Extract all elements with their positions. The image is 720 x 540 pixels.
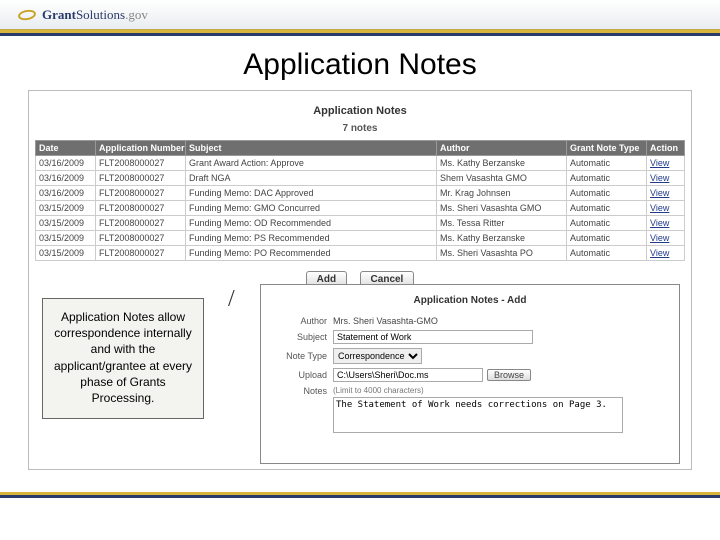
cell-appnum: FLT2008000027 bbox=[96, 246, 186, 261]
cell-author: Ms. Kathy Berzanske bbox=[437, 156, 567, 171]
note-type-select[interactable]: Correspondence bbox=[333, 348, 422, 364]
decorative-slash: / bbox=[228, 286, 235, 313]
panel-title: Application Notes bbox=[35, 95, 685, 123]
notes-hint: (Limit to 4000 characters) bbox=[333, 386, 623, 397]
cell-appnum: FLT2008000027 bbox=[96, 186, 186, 201]
cell-date: 03/16/2009 bbox=[36, 156, 96, 171]
cell-type: Automatic bbox=[567, 216, 647, 231]
cell-author: Shem Vasashta GMO bbox=[437, 171, 567, 186]
cell-subject: Funding Memo: GMO Concurred bbox=[186, 201, 437, 216]
cell-type: Automatic bbox=[567, 246, 647, 261]
col-author: Author bbox=[437, 141, 567, 156]
cell-appnum: FLT2008000027 bbox=[96, 156, 186, 171]
cell-date: 03/15/2009 bbox=[36, 201, 96, 216]
table-row: 03/15/2009FLT2008000027Funding Memo: GMO… bbox=[36, 201, 685, 216]
add-note-popup: Application Notes - Add Author Mrs. Sher… bbox=[260, 284, 680, 464]
explanatory-callout: Application Notes allow correspondence i… bbox=[42, 298, 204, 419]
notes-textarea[interactable] bbox=[333, 397, 623, 433]
cell-subject: Funding Memo: DAC Approved bbox=[186, 186, 437, 201]
cell-date: 03/15/2009 bbox=[36, 246, 96, 261]
cell-date: 03/15/2009 bbox=[36, 231, 96, 246]
col-appnum: Application Number bbox=[96, 141, 186, 156]
note-count: 7 notes bbox=[35, 123, 685, 140]
cell-action: View bbox=[647, 201, 685, 216]
cell-author: Ms. Sheri Vasashta GMO bbox=[437, 201, 567, 216]
cell-date: 03/16/2009 bbox=[36, 171, 96, 186]
cell-action: View bbox=[647, 216, 685, 231]
table-header-row: Date Application Number Subject Author G… bbox=[36, 141, 685, 156]
cell-appnum: FLT2008000027 bbox=[96, 171, 186, 186]
cell-author: Ms. Kathy Berzanske bbox=[437, 231, 567, 246]
cell-subject: Funding Memo: PS Recommended bbox=[186, 231, 437, 246]
table-row: 03/15/2009FLT2008000027Funding Memo: PO … bbox=[36, 246, 685, 261]
table-row: 03/16/2009FLT2008000027Grant Award Actio… bbox=[36, 156, 685, 171]
subject-label: Subject bbox=[275, 332, 333, 342]
cell-author: Ms. Sheri Vasashta PO bbox=[437, 246, 567, 261]
cell-date: 03/15/2009 bbox=[36, 216, 96, 231]
table-row: 03/16/2009FLT2008000027Draft NGAShem Vas… bbox=[36, 171, 685, 186]
note-type-label: Note Type bbox=[275, 351, 333, 361]
cell-type: Automatic bbox=[567, 231, 647, 246]
cell-appnum: FLT2008000027 bbox=[96, 201, 186, 216]
bottom-rules bbox=[0, 492, 720, 498]
col-action: Action bbox=[647, 141, 685, 156]
table-row: 03/16/2009FLT2008000027Funding Memo: DAC… bbox=[36, 186, 685, 201]
cell-action: View bbox=[647, 186, 685, 201]
cell-subject: Funding Memo: PO Recommended bbox=[186, 246, 437, 261]
notes-table: Date Application Number Subject Author G… bbox=[35, 140, 685, 261]
cell-action: View bbox=[647, 246, 685, 261]
logo-ring-icon bbox=[17, 8, 36, 21]
cell-type: Automatic bbox=[567, 186, 647, 201]
cell-type: Automatic bbox=[567, 171, 647, 186]
view-link[interactable]: View bbox=[650, 173, 669, 183]
view-link[interactable]: View bbox=[650, 188, 669, 198]
view-link[interactable]: View bbox=[650, 158, 669, 168]
cell-date: 03/16/2009 bbox=[36, 186, 96, 201]
table-row: 03/15/2009FLT2008000027Funding Memo: PS … bbox=[36, 231, 685, 246]
slide-title: Application Notes bbox=[0, 36, 720, 90]
view-link[interactable]: View bbox=[650, 248, 669, 258]
subject-input[interactable] bbox=[333, 330, 533, 344]
brand-suffix: .gov bbox=[125, 7, 148, 22]
upload-path-input[interactable] bbox=[333, 368, 483, 382]
cell-action: View bbox=[647, 171, 685, 186]
col-date: Date bbox=[36, 141, 96, 156]
cell-appnum: FLT2008000027 bbox=[96, 216, 186, 231]
cell-subject: Funding Memo: OD Recommended bbox=[186, 216, 437, 231]
cell-action: View bbox=[647, 156, 685, 171]
table-row: 03/15/2009FLT2008000027Funding Memo: OD … bbox=[36, 216, 685, 231]
cell-author: Ms. Tessa Ritter bbox=[437, 216, 567, 231]
brand-logo: GrantSolutions.gov bbox=[18, 7, 148, 23]
add-popup-title: Application Notes - Add bbox=[261, 285, 679, 314]
cell-type: Automatic bbox=[567, 201, 647, 216]
cell-action: View bbox=[647, 231, 685, 246]
cell-subject: Draft NGA bbox=[186, 171, 437, 186]
notes-label: Notes bbox=[275, 386, 333, 396]
cell-appnum: FLT2008000027 bbox=[96, 231, 186, 246]
view-link[interactable]: View bbox=[650, 203, 669, 213]
cell-type: Automatic bbox=[567, 156, 647, 171]
brand-rest: Solutions bbox=[76, 7, 125, 22]
view-link[interactable]: View bbox=[650, 218, 669, 228]
col-subject: Subject bbox=[186, 141, 437, 156]
brand-bar: GrantSolutions.gov bbox=[0, 0, 720, 30]
upload-label: Upload bbox=[275, 370, 333, 380]
author-value: Mrs. Sheri Vasashta-GMO bbox=[333, 316, 438, 326]
col-type: Grant Note Type bbox=[567, 141, 647, 156]
brand-bold: Grant bbox=[42, 7, 76, 22]
cell-subject: Grant Award Action: Approve bbox=[186, 156, 437, 171]
view-link[interactable]: View bbox=[650, 233, 669, 243]
browse-button[interactable]: Browse bbox=[487, 369, 531, 381]
author-label: Author bbox=[275, 316, 333, 326]
cell-author: Mr. Krag Johnsen bbox=[437, 186, 567, 201]
